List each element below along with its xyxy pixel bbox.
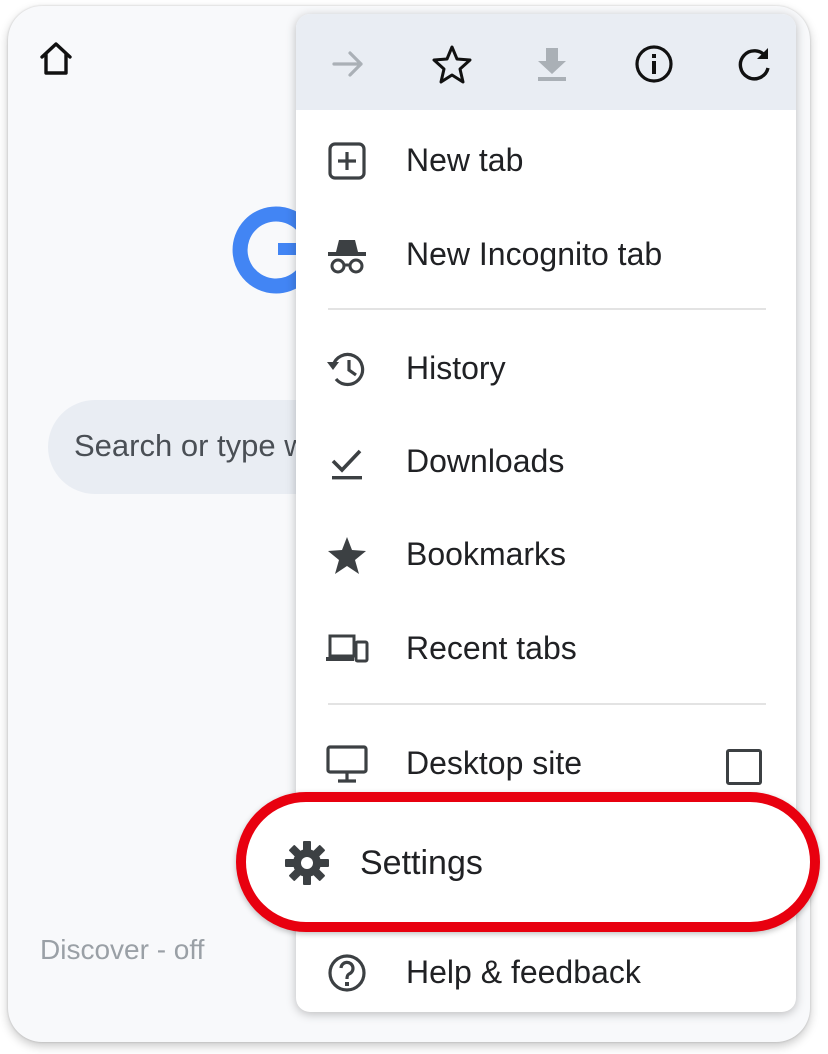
- bookmarks-star-icon: [328, 537, 366, 574]
- menu-item-label: History: [406, 350, 506, 386]
- history-icon: [327, 352, 365, 387]
- menu-divider: [328, 308, 766, 310]
- home-button[interactable]: [36, 38, 76, 78]
- page-info-button[interactable]: [632, 42, 676, 86]
- download-icon: [538, 48, 566, 81]
- desktop-icon: [326, 745, 368, 783]
- menu-item-help-feedback[interactable]: Help & feedback: [296, 928, 796, 1012]
- bookmark-button[interactable]: [430, 42, 474, 86]
- menu-item-downloads[interactable]: Downloads: [296, 417, 796, 507]
- menu-item-bookmarks[interactable]: Bookmarks: [296, 510, 796, 600]
- forward-icon: [332, 51, 363, 77]
- star-icon: [432, 45, 472, 84]
- menu-item-new-incognito-tab[interactable]: New Incognito tab: [296, 210, 796, 300]
- menu-item-label: Bookmarks: [406, 536, 567, 572]
- gear-icon: [285, 841, 329, 885]
- menu-item-label: Settings: [360, 844, 483, 882]
- refresh-button[interactable]: [732, 42, 776, 86]
- menu-toolbar: [296, 14, 796, 110]
- menu-item-label: Help & feedback: [406, 954, 641, 990]
- discover-status[interactable]: Discover - off: [40, 934, 204, 966]
- recent-tabs-icon: [326, 634, 369, 663]
- search-placeholder: Search or type w: [74, 428, 307, 463]
- menu-item-label: New tab: [406, 142, 524, 178]
- menu-item-new-tab[interactable]: New tab: [296, 116, 796, 206]
- menu-item-label: Recent tabs: [406, 630, 577, 666]
- menu-item-history[interactable]: History: [296, 324, 796, 414]
- help-icon: [328, 954, 366, 992]
- info-icon: [635, 45, 673, 83]
- home-icon: [40, 42, 72, 75]
- menu-item-settings[interactable]: Settings: [236, 792, 820, 932]
- incognito-icon: [328, 240, 366, 274]
- menu-item-label: New Incognito tab: [406, 236, 663, 272]
- menu-divider: [328, 703, 766, 705]
- new-tab-icon: [328, 142, 366, 180]
- menu-item-label: Desktop site: [406, 745, 583, 781]
- download-page-button[interactable]: [530, 42, 574, 86]
- menu-item-label: Downloads: [406, 443, 565, 479]
- forward-button[interactable]: [326, 42, 370, 86]
- refresh-icon: [738, 48, 770, 81]
- menu-item-recent-tabs[interactable]: Recent tabs: [296, 604, 796, 694]
- desktop-site-checkbox[interactable]: [726, 749, 762, 785]
- downloads-icon: [331, 449, 362, 480]
